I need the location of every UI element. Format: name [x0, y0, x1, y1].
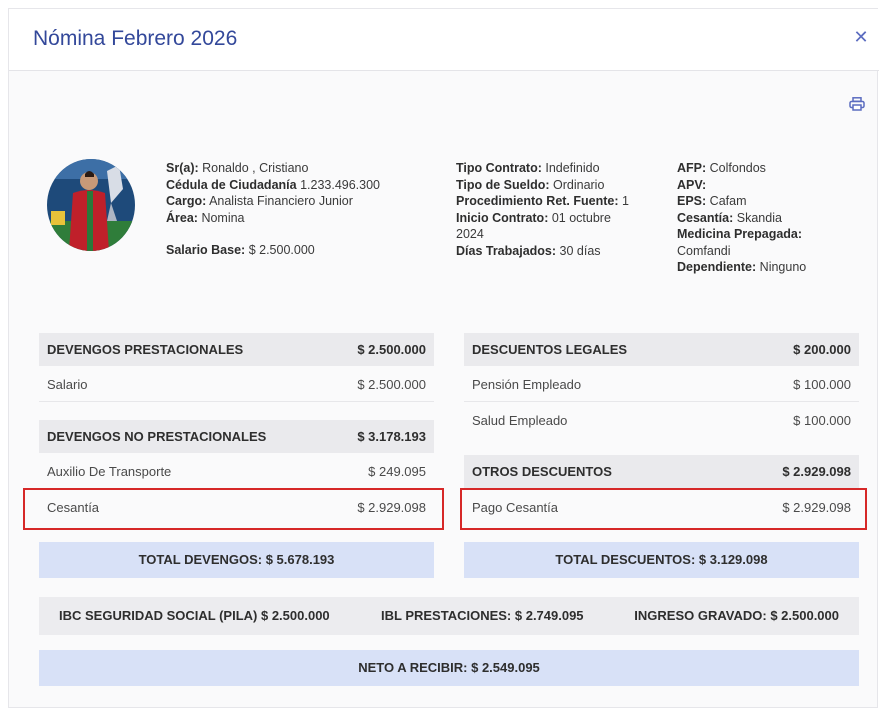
section-label: DESCUENTOS LEGALES [472, 342, 628, 357]
dependiente-value: Ninguno [756, 260, 807, 274]
modal-title: Nómina Febrero 2026 [33, 27, 238, 50]
row-label: Salario [47, 377, 88, 392]
table-row: Auxilio De Transporte $ 249.095 [39, 455, 434, 489]
contract-info: Tipo Contrato: Indefinido Tipo de Sueldo… [456, 160, 656, 259]
devengos-no-prestacionales-header: DEVENGOS NO PRESTACIONALES $ 3.178.193 [39, 420, 434, 453]
entities-info: AFP: Colfondos APV: EPS: Cafam Cesantía:… [677, 160, 857, 276]
id-label: Cédula de Ciudadanía [166, 177, 297, 192]
dias-value: 30 días [556, 243, 601, 258]
section-label: OTROS DESCUENTOS [472, 464, 612, 479]
table-row: Salud Empleado $ 100.000 [464, 404, 859, 448]
eps-label: EPS: [677, 194, 707, 208]
inicio-label: Inicio Contrato: [456, 210, 549, 225]
close-icon[interactable]: ✕ [853, 28, 869, 46]
area-label: Área: [166, 210, 198, 225]
row-label: Pensión Empleado [472, 377, 582, 392]
section-total: $ 2.500.000 [357, 342, 426, 357]
employee-info: Sr(a): Ronaldo , Cristiano Cédula de Ciu… [166, 160, 416, 259]
cargo-value: Analista Financiero Junior [206, 194, 353, 208]
afp-value: Colfondos [706, 161, 766, 175]
table-row: Salario $ 2.500.000 [39, 368, 434, 402]
name-value: Ronaldo , Cristiano [198, 161, 309, 175]
procedimiento-label: Procedimiento Ret. Fuente: [456, 194, 619, 208]
eps-value: Cafam [706, 194, 747, 208]
row-value: $ 2.500.000 [357, 377, 426, 392]
total-descuentos: TOTAL DESCUENTOS: $ 3.129.098 [464, 542, 859, 578]
salary-value: $ 2.500.000 [245, 243, 315, 257]
section-label: DEVENGOS PRESTACIONALES [47, 342, 244, 357]
inicio-value: 01 octubre [548, 210, 611, 225]
tipo-contrato-value: Indefinido [541, 161, 600, 175]
ingreso-gravado-value: INGRESO GRAVADO: $ 2.500.000 [634, 608, 839, 623]
avatar-photo [47, 159, 135, 251]
modal-header: Nómina Febrero 2026 ✕ [9, 9, 879, 71]
print-icon[interactable] [849, 97, 865, 111]
section-label: DEVENGOS NO PRESTACIONALES [47, 429, 267, 444]
medicina-value: Comfandi [677, 243, 731, 258]
payroll-modal: Nómina Febrero 2026 ✕ Sr(a): Ronaldo , C… [8, 8, 879, 708]
area-value: Nomina [197, 210, 245, 225]
dependiente-label: Dependiente: [677, 260, 757, 274]
ibl-value: IBL PRESTACIONES: $ 2.749.095 [381, 608, 584, 623]
tipo-sueldo-label: Tipo de Sueldo: [456, 177, 550, 192]
row-value: $ 100.000 [793, 377, 851, 392]
ibc-value: IBC SEGURIDAD SOCIAL (PILA) $ 2.500.000 [59, 608, 330, 623]
row-label: Salud Empleado [472, 413, 568, 428]
devengos-prestacionales-header: DEVENGOS PRESTACIONALES $ 2.500.000 [39, 333, 434, 366]
row-value: $ 100.000 [793, 413, 851, 428]
inicio-year: 2024 [456, 227, 484, 241]
apv-label: APV: [677, 177, 707, 192]
section-total: $ 2.929.098 [782, 464, 851, 479]
salary-label: Salario Base: [166, 243, 246, 257]
row-label: Auxilio De Transporte [47, 464, 172, 479]
highlight-box [23, 488, 444, 530]
descuentos-legales-header: DESCUENTOS LEGALES $ 200.000 [464, 333, 859, 366]
tipo-sueldo-value: Ordinario [549, 177, 605, 192]
tipo-contrato-label: Tipo Contrato: [456, 161, 542, 175]
table-row: Pensión Empleado $ 100.000 [464, 368, 859, 402]
cesantia-label: Cesantía: [677, 210, 734, 225]
id-value: 1.233.496.300 [296, 177, 381, 192]
row-value: $ 249.095 [368, 464, 426, 479]
total-devengos: TOTAL DEVENGOS: $ 5.678.193 [39, 542, 434, 578]
procedimiento-value: 1 [618, 194, 629, 208]
medicina-label: Medicina Prepagada: [677, 227, 803, 241]
otros-descuentos-header: OTROS DESCUENTOS $ 2.929.098 [464, 455, 859, 488]
cargo-label: Cargo: [166, 194, 207, 208]
section-total: $ 200.000 [793, 342, 851, 357]
name-label: Sr(a): [166, 161, 199, 175]
cesantia-value: Skandia [733, 210, 782, 225]
dias-label: Días Trabajados: [456, 243, 557, 258]
summary-bar: IBC SEGURIDAD SOCIAL (PILA) $ 2.500.000 … [39, 597, 859, 635]
neto-a-recibir: NETO A RECIBIR: $ 2.549.095 [39, 650, 859, 686]
section-total: $ 3.178.193 [357, 429, 426, 444]
afp-label: AFP: [677, 161, 707, 175]
highlight-box [460, 488, 867, 530]
